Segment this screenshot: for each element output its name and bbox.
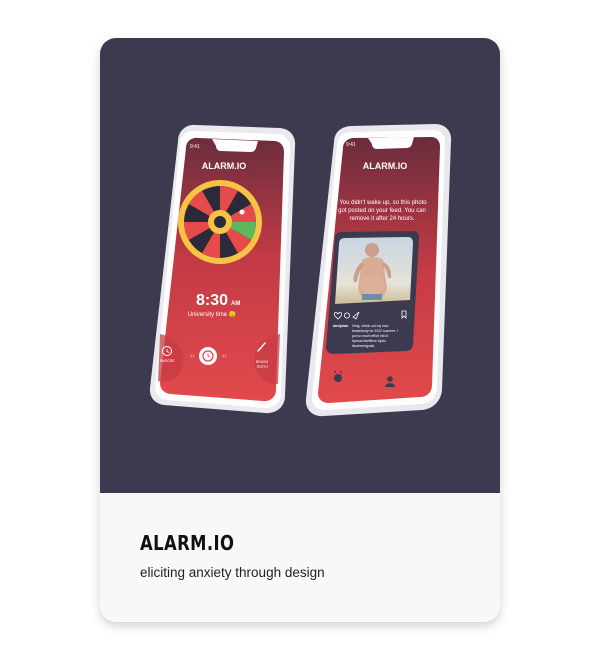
phone-left: 9:41 ALARM.IO 8:30 AM University time 😴 … xyxy=(149,124,296,414)
alarm-clock-icon[interactable] xyxy=(199,347,217,365)
chevron-left-icon: ‹‹ xyxy=(190,353,195,360)
post-caption-1: Omg, check out my new xyxy=(352,324,389,328)
alarm-label: University time 😴 xyxy=(188,310,237,318)
app-name: ALARM.IO xyxy=(363,161,408,171)
post-username[interactable]: alexjolan xyxy=(333,324,348,328)
snooze-label: SNOOZE xyxy=(160,359,175,363)
hero-image: 9:41 ALARM.IO 8:30 AM University time 😴 … xyxy=(100,38,500,493)
status-time: 9:41 xyxy=(190,144,200,150)
post-caption-2: beachbody for 2022 summer. I xyxy=(352,329,398,333)
brush-label-2: TEETH xyxy=(256,365,268,369)
project-card[interactable]: 9:41 ALARM.IO 8:30 AM University time 😴 … xyxy=(100,38,500,622)
chevron-right-icon: ›› xyxy=(222,353,227,360)
feed-post[interactable]: alexjolan Omg, check out my new beachbod… xyxy=(326,231,419,354)
message-line-1: You didn't wake up, so this photo xyxy=(339,200,427,206)
brush-label-1: BRUSH xyxy=(256,360,269,364)
phone-right: 9:41 ALARM.IO You didn't wake up, so thi… xyxy=(305,124,452,417)
card-subtitle: eliciting anxiety through design xyxy=(140,565,325,580)
roulette-wheel-icon[interactable] xyxy=(178,180,262,264)
status-time: 9:41 xyxy=(346,142,356,148)
alarm-ampm: AM xyxy=(231,301,240,307)
message-line-2: got posted on your feed. You can xyxy=(338,208,426,214)
card-info: ALARM.IO eliciting anxiety through desig… xyxy=(100,493,500,622)
post-caption-4: #proud #selflove #yolo xyxy=(352,339,386,343)
app-name: ALARM.IO xyxy=(202,161,247,171)
post-caption-3: put so much effort into it. xyxy=(352,334,389,338)
alarm-time: 8:30 xyxy=(196,292,228,309)
message-line-3: remove it after 24 hours. xyxy=(349,216,414,222)
post-caption-5: #summergoals xyxy=(352,344,375,348)
card-title[interactable]: ALARM.IO xyxy=(140,531,234,555)
